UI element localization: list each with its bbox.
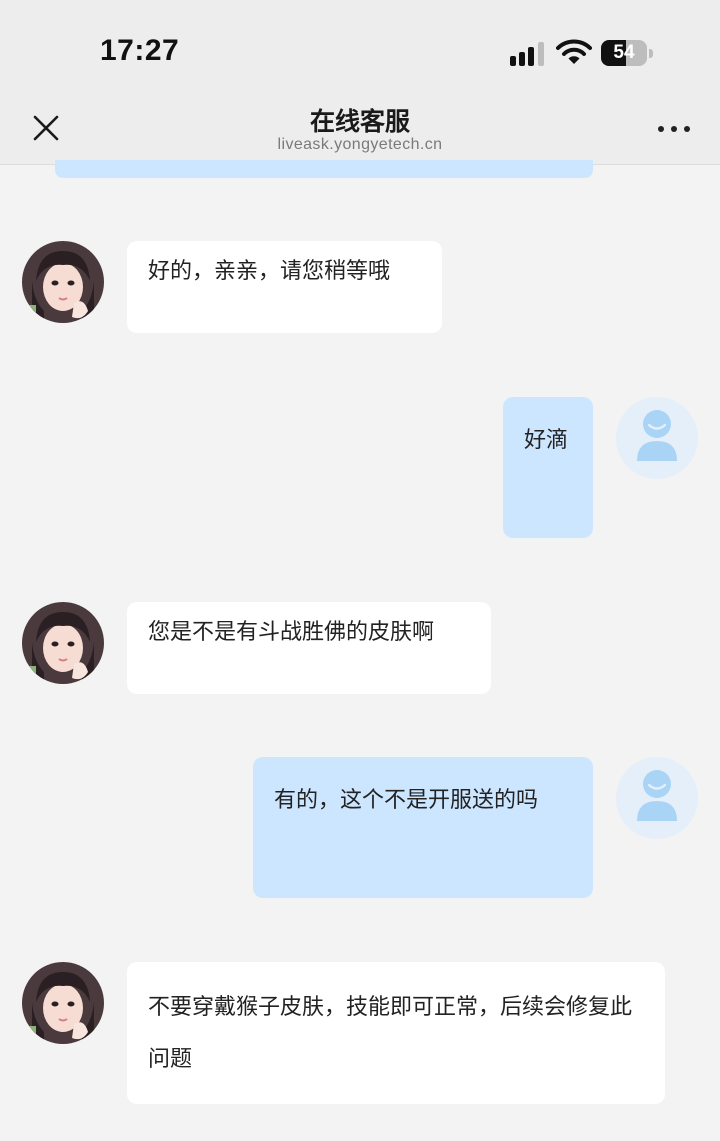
agent-message-bubble: 不要穿戴猴子皮肤，技能即可正常，后续会修复此问题: [127, 962, 665, 1104]
user-avatar-icon: [637, 410, 677, 461]
battery-icon: 54: [601, 40, 653, 66]
agent-avatar: [22, 241, 104, 323]
agent-avatar: [22, 602, 104, 684]
previous-message-bubble: [55, 160, 593, 178]
message-text: 您是不是有斗战胜佛的皮肤啊: [148, 620, 435, 645]
user-avatar: [616, 397, 698, 479]
user-message-bubble: 有的，这个不是开服送的吗: [253, 757, 593, 898]
message-text: 有的，这个不是开服送的吗: [274, 788, 539, 813]
wifi-icon: [556, 39, 592, 64]
user-message-bubble: 好滴: [503, 397, 593, 538]
message-text: 好滴: [524, 428, 569, 453]
agent-avatar: [22, 962, 104, 1044]
message-text: 不要穿戴猴子皮肤，技能即可正常，后续会修复此问题: [148, 995, 633, 1072]
page-title: 在线客服: [309, 107, 410, 136]
battery-percent: 54: [613, 42, 635, 63]
agent-message-bubble: 您是不是有斗战胜佛的皮肤啊: [127, 602, 491, 694]
user-avatar-icon: [637, 770, 677, 821]
status-time: 17:27: [100, 34, 180, 67]
message-text: 好的，亲亲，请您稍等哦: [148, 259, 391, 284]
page-url: liveask.yongyetech.cn: [277, 136, 443, 153]
cellular-signal-icon: [510, 40, 548, 66]
more-icon[interactable]: [654, 114, 694, 142]
user-avatar: [616, 757, 698, 839]
nav-bar: 在线客服 liveask.yongyetech.cn: [0, 96, 720, 165]
status-bar: 17:27 54: [0, 0, 720, 96]
agent-message-bubble: 好的，亲亲，请您稍等哦: [127, 241, 442, 333]
